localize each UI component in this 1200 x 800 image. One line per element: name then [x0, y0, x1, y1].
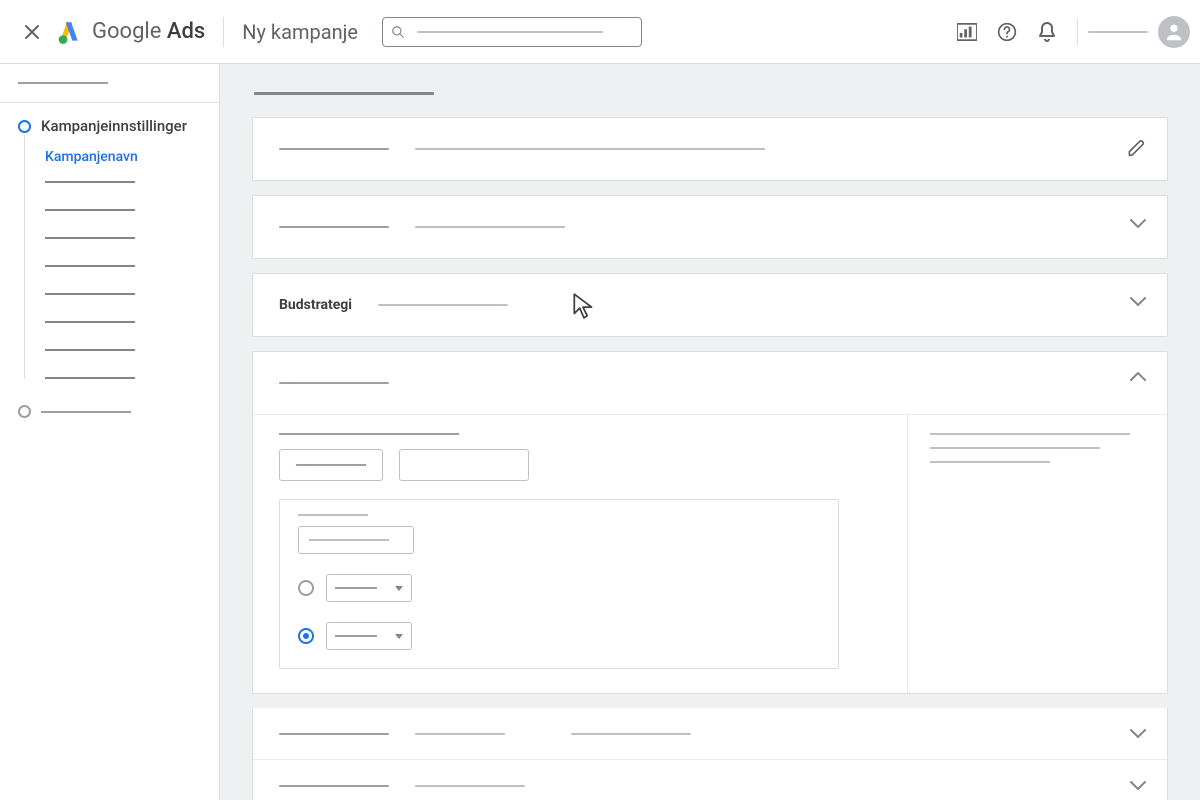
chevron-down-icon: [1129, 296, 1147, 308]
card-body-aside: [907, 415, 1167, 693]
google-ads-logo-icon: [56, 19, 82, 45]
card-label-placeholder: [279, 382, 389, 384]
chevron-down-icon: [1129, 728, 1147, 740]
bell-icon: [1038, 22, 1056, 42]
content-wrapper: Kampanjeinnstillinger Kampanjenavn: [0, 64, 1200, 800]
sidebar-item-placeholder[interactable]: [45, 321, 135, 323]
step-label: Kampanjeinnstillinger: [41, 117, 187, 135]
card-header[interactable]: [253, 352, 1167, 414]
text-field[interactable]: [298, 526, 414, 554]
sidebar-item-placeholder[interactable]: [45, 349, 135, 351]
sidebar-heading-placeholder: [18, 82, 108, 84]
card-label-placeholder: [279, 785, 389, 787]
person-icon: [1163, 21, 1185, 43]
close-button[interactable]: [14, 14, 50, 50]
expand-button[interactable]: [1129, 218, 1147, 230]
card-collapsed-group: [252, 708, 1168, 800]
reports-button[interactable]: [947, 12, 987, 52]
notifications-button[interactable]: [1027, 12, 1067, 52]
card-bidding-label: Budstrategi: [279, 297, 352, 313]
main-panel: Budstrategi: [220, 64, 1200, 800]
sidebar-substeps: Kampanjenavn: [24, 135, 219, 379]
card-value-placeholder: [415, 148, 765, 150]
search-input[interactable]: [382, 17, 642, 47]
step-next[interactable]: [18, 405, 219, 418]
account-label-placeholder: [1088, 31, 1148, 33]
brand-text: Google Ads: [92, 19, 205, 44]
sidebar: Kampanjeinnstillinger Kampanjenavn: [0, 64, 220, 800]
chevron-down-icon: [1129, 780, 1147, 792]
header-separator: [1077, 18, 1078, 46]
card-value-placeholder: [415, 785, 525, 787]
nested-heading-placeholder: [298, 514, 368, 516]
step-pending-icon: [18, 405, 31, 418]
sidebar-item-placeholder[interactable]: [45, 265, 135, 267]
radio-option-2[interactable]: [298, 622, 820, 650]
brand: Google Ads: [56, 19, 205, 45]
pencil-icon: [1127, 138, 1147, 158]
app-header: Google Ads Ny kampanje: [0, 0, 1200, 64]
radio-option-1[interactable]: [298, 574, 820, 602]
fieldset-title-placeholder: [279, 433, 459, 435]
card-label-placeholder: [279, 733, 389, 735]
sidebar-item-placeholder[interactable]: [45, 237, 135, 239]
card-label-placeholder: [279, 226, 389, 228]
chart-icon: [957, 23, 977, 41]
option-box[interactable]: [399, 449, 529, 481]
card-campaign-name[interactable]: [252, 117, 1168, 181]
card-value-placeholder: [415, 226, 565, 228]
sidebar-item-placeholder[interactable]: [45, 181, 135, 183]
caret-down-icon: [395, 634, 403, 639]
header-divider: [223, 17, 224, 47]
card-value-placeholder: [571, 733, 691, 735]
expand-button[interactable]: [1129, 780, 1147, 792]
dropdown[interactable]: [326, 574, 412, 602]
step-active-icon: [18, 120, 31, 133]
dropdown[interactable]: [326, 622, 412, 650]
option-box[interactable]: [279, 449, 383, 481]
sidebar-item-placeholder[interactable]: [45, 377, 135, 379]
card-row[interactable]: [253, 760, 1167, 800]
card-row[interactable]: [253, 708, 1167, 760]
close-icon: [24, 24, 40, 40]
aside-line-placeholder: [930, 433, 1130, 435]
section-heading-placeholder: [254, 92, 434, 95]
card-label-placeholder: [279, 148, 389, 150]
collapse-button[interactable]: [1129, 370, 1147, 382]
chevron-up-icon: [1129, 370, 1147, 382]
chevron-down-icon: [1129, 218, 1147, 230]
aside-line-placeholder: [930, 461, 1050, 463]
step-label-placeholder: [41, 411, 131, 413]
card-value-placeholder: [415, 733, 505, 735]
radio-icon: [298, 580, 314, 596]
aside-line-placeholder: [930, 447, 1100, 449]
card-expanded-settings: [252, 351, 1168, 694]
step-campaign-settings[interactable]: Kampanjeinnstillinger: [18, 117, 219, 135]
sidebar-item-campaign-name[interactable]: Kampanjenavn: [45, 149, 219, 165]
card-bidding[interactable]: Budstrategi: [252, 273, 1168, 337]
caret-down-icon: [395, 586, 403, 591]
search-icon: [391, 25, 405, 39]
sidebar-item-placeholder[interactable]: [45, 293, 135, 295]
expand-button[interactable]: [1129, 296, 1147, 308]
card-collapsed[interactable]: [252, 195, 1168, 259]
nested-panel: [279, 499, 839, 669]
edit-button[interactable]: [1127, 138, 1147, 158]
sidebar-item-placeholder[interactable]: [45, 209, 135, 211]
help-button[interactable]: [987, 12, 1027, 52]
sidebar-divider: [0, 102, 220, 103]
page-title: Ny kampanje: [242, 20, 358, 44]
help-icon: [997, 22, 1017, 42]
card-body-main: [253, 415, 907, 693]
account-avatar[interactable]: [1158, 16, 1190, 48]
card-value-placeholder: [378, 304, 508, 306]
expand-button[interactable]: [1129, 728, 1147, 740]
search-placeholder: [417, 31, 603, 33]
radio-selected-icon: [298, 628, 314, 644]
